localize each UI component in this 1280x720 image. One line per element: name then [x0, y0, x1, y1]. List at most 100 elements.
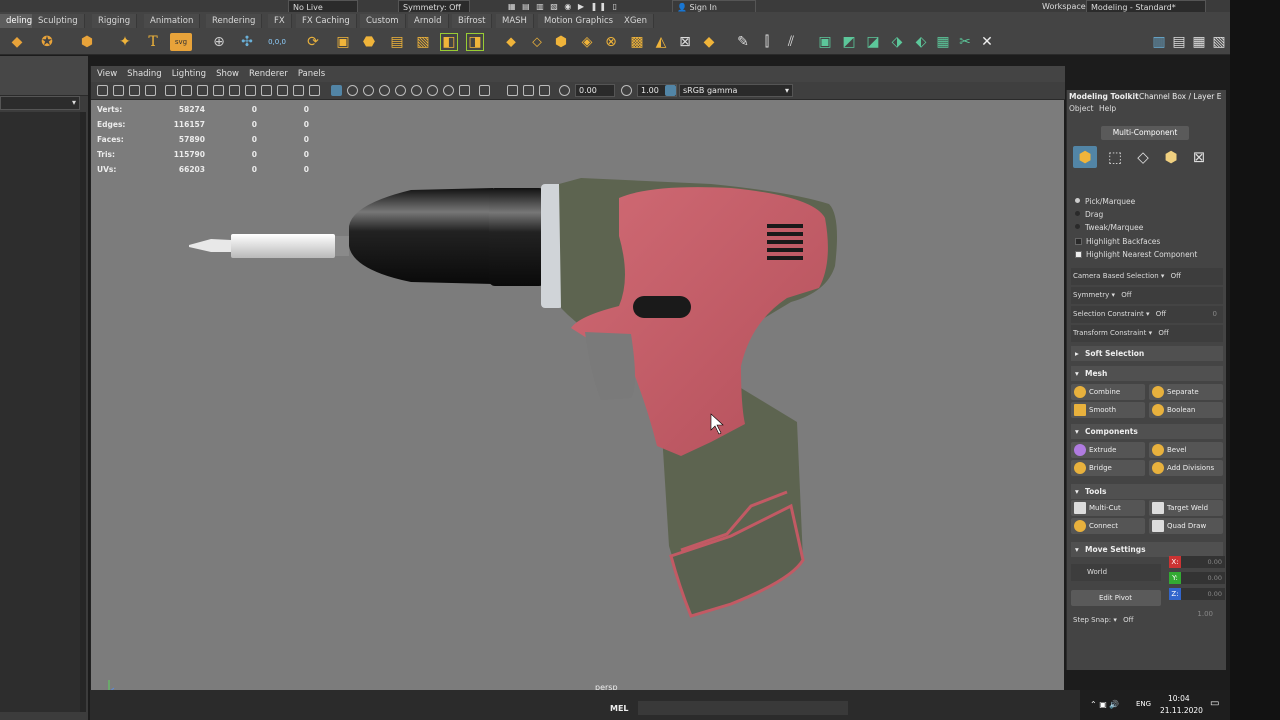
symmetry-setting[interactable]: Symmetry ▾ Off	[1071, 287, 1223, 304]
camera-attr-icon[interactable]	[113, 85, 124, 96]
pivot-icon[interactable]: ✣	[238, 33, 256, 51]
boolean-button[interactable]: Boolean	[1149, 402, 1223, 418]
bevel-shelf-icon[interactable]: ⬢	[552, 33, 570, 51]
step-snap-setting[interactable]: Step Snap: ▾ Off 1.00	[1071, 610, 1223, 629]
language-indicator[interactable]: ENG	[1136, 700, 1151, 708]
tab-fx-caching[interactable]: FX Caching	[296, 14, 357, 28]
insert-loop-icon[interactable]: ⫿	[758, 33, 776, 51]
x-axis-field[interactable]: 0.00	[1181, 556, 1225, 568]
uv-auto-icon[interactable]: ⬗	[888, 33, 906, 51]
menu-object[interactable]: Object	[1069, 104, 1093, 113]
combine-button[interactable]: Combine	[1071, 384, 1145, 400]
z-axis-field[interactable]: 0.00	[1181, 588, 1225, 600]
tab-animation[interactable]: Animation	[144, 14, 201, 28]
tab-sculpting[interactable]: Sculpting	[32, 14, 85, 28]
tab-mash[interactable]: MASH	[496, 14, 534, 28]
extract-icon[interactable]: ▧	[414, 33, 432, 51]
uv-spherical-icon[interactable]: ◪	[864, 33, 882, 51]
uv-mode-icon[interactable]: ⊠	[1187, 146, 1211, 168]
separate-shelf-icon[interactable]: ▤	[388, 33, 406, 51]
offset-loop-icon[interactable]: ⫽	[782, 33, 800, 51]
bookmark-icon[interactable]	[129, 85, 140, 96]
connect-button[interactable]: Connect	[1071, 518, 1145, 534]
layout-icon-4[interactable]: ▧	[1210, 33, 1228, 51]
resolution-gate-icon[interactable]	[197, 85, 208, 96]
tab-xgen[interactable]: XGen	[618, 14, 655, 28]
target-weld-button[interactable]: Target Weld	[1149, 500, 1223, 516]
soft-selection-section[interactable]: Soft Selection	[1071, 346, 1223, 361]
center-pivot-icon[interactable]: ▣	[334, 33, 352, 51]
safe-title-icon[interactable]	[261, 85, 272, 96]
object-mode-icon[interactable]: ⬢	[1073, 146, 1097, 168]
wireframe-on-shaded-icon[interactable]	[331, 85, 342, 96]
delete-edge-icon[interactable]: ⊠	[676, 33, 694, 51]
star-icon[interactable]: ✦	[116, 33, 134, 51]
mirror-icon[interactable]: ◧	[440, 33, 458, 51]
ao-icon[interactable]	[395, 85, 406, 96]
multi-component-button[interactable]: Multi-Component	[1101, 126, 1189, 140]
xray-icon[interactable]	[479, 85, 490, 96]
smooth-shade-icon[interactable]	[293, 85, 304, 96]
xray-components-icon[interactable]	[523, 85, 534, 96]
menu-renderer[interactable]: Renderer	[249, 66, 288, 82]
isolate-icon[interactable]	[459, 85, 470, 96]
fill-hole-icon[interactable]: ◈	[578, 33, 596, 51]
add-divisions-button[interactable]: Add Divisions	[1149, 460, 1223, 476]
layout-icon-2[interactable]: ▤	[1170, 33, 1188, 51]
drag-option[interactable]: Drag	[1075, 209, 1103, 221]
menu-panels[interactable]: Panels	[298, 66, 325, 82]
xray-joints-icon[interactable]	[507, 85, 518, 96]
locator-icon[interactable]: ⊕	[210, 33, 228, 51]
tab-bifrost[interactable]: Bifrost	[452, 14, 493, 28]
extrude-shelf-icon[interactable]: ⬥	[502, 33, 520, 51]
tab-fx[interactable]: FX	[268, 14, 292, 28]
bridge-shelf-icon[interactable]: ⬦	[528, 33, 546, 51]
uv-planar-icon[interactable]: ▣	[816, 33, 834, 51]
lights-icon[interactable]	[363, 85, 374, 96]
highlight-nearest-checkbox[interactable]: Highlight Nearest Component	[1075, 249, 1197, 261]
shadows-icon[interactable]	[379, 85, 390, 96]
quad-draw-button[interactable]: Quad Draw	[1149, 518, 1223, 534]
motion-blur-icon[interactable]	[411, 85, 422, 96]
color-space-dropdown[interactable]: sRGB gamma ▾	[679, 84, 793, 97]
multi-cut-shelf-icon[interactable]: ⊗	[602, 33, 620, 51]
image-plane-icon[interactable]	[145, 85, 156, 96]
camera-select-icon[interactable]	[97, 85, 108, 96]
pick-marquee-option[interactable]: Pick/Marquee	[1075, 196, 1135, 208]
edge-mode-icon[interactable]: ◇	[1131, 146, 1155, 168]
svg-icon[interactable]: svg	[170, 33, 192, 51]
outliner-tree[interactable]	[0, 112, 80, 712]
notification-icon[interactable]: ▭	[1210, 698, 1219, 709]
menu-help[interactable]: Help	[1099, 104, 1116, 113]
menu-shading[interactable]: Shading	[127, 66, 162, 82]
uv-layout-icon[interactable]: ▦	[934, 33, 952, 51]
grid-icon[interactable]	[165, 85, 176, 96]
clock-date[interactable]: 21.11.2020	[1160, 706, 1203, 715]
mesh-section[interactable]: Mesh	[1071, 366, 1223, 381]
tab-custom[interactable]: Custom	[360, 14, 406, 28]
mel-label[interactable]: MEL	[610, 704, 629, 713]
pencil-icon[interactable]: ✎	[734, 33, 752, 51]
tab-rigging[interactable]: Rigging	[92, 14, 138, 28]
field-chart-icon[interactable]	[229, 85, 240, 96]
outliner-scrollbar[interactable]	[80, 112, 86, 712]
tray-icons[interactable]: ⌃ ▣ 🔊	[1090, 700, 1119, 709]
extrude-button[interactable]: Extrude	[1071, 442, 1145, 458]
exposure-icon[interactable]	[559, 85, 570, 96]
viewport-persp[interactable]: View Shading Lighting Show Renderer Pane…	[90, 66, 1065, 720]
layout-icon-1[interactable]: ▥	[1150, 33, 1168, 51]
mel-input[interactable]	[638, 701, 848, 715]
sphere-icon[interactable]: ⬢	[78, 33, 96, 51]
tab-motion-graphics[interactable]: Motion Graphics	[538, 14, 621, 28]
multi-cut-button[interactable]: Multi-Cut	[1071, 500, 1145, 516]
wireframe-icon[interactable]	[277, 85, 288, 96]
vertex-mode-icon[interactable]: ⬚	[1103, 146, 1127, 168]
sweep-icon[interactable]: ✪	[38, 33, 56, 51]
uv-unfold-icon[interactable]: ⬖	[912, 33, 930, 51]
camera-based-selection[interactable]: Camera Based Selection ▾ Off	[1071, 268, 1223, 285]
tab-arnold[interactable]: Arnold	[408, 14, 449, 28]
transform-constraint[interactable]: Transform Constraint ▾ Off	[1071, 325, 1223, 342]
components-section[interactable]: Components	[1071, 424, 1223, 439]
selection-constraint[interactable]: Selection Constraint ▾ Off 0	[1071, 306, 1223, 323]
menu-show[interactable]: Show	[216, 66, 239, 82]
